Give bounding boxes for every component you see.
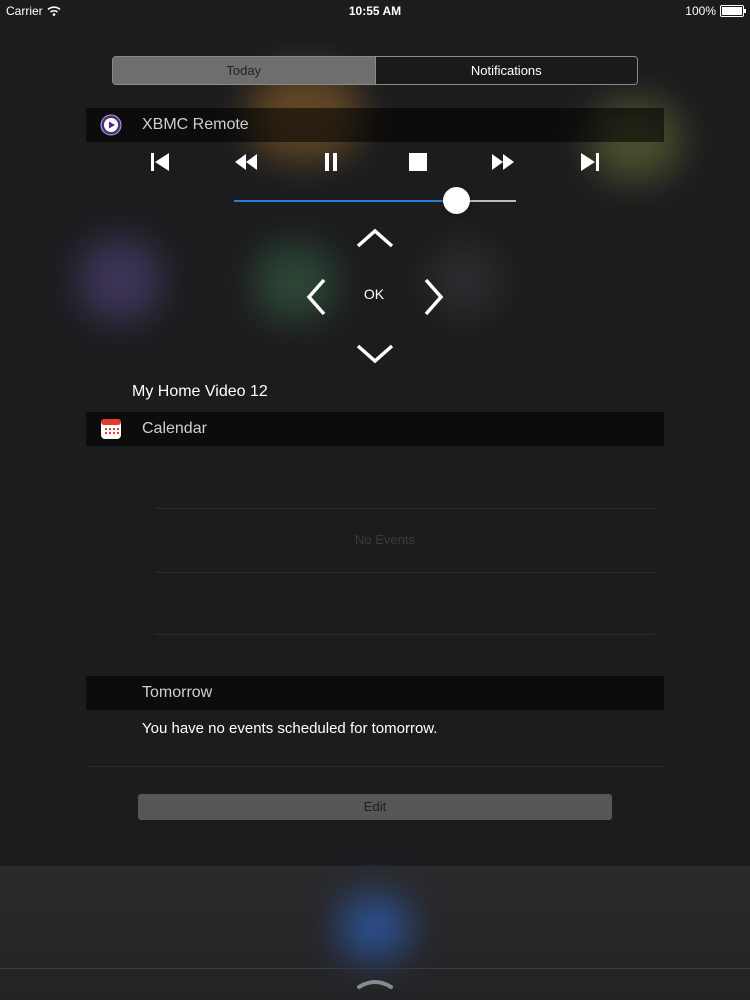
background-blur: [80, 240, 160, 320]
edit-button[interactable]: Edit: [138, 794, 612, 820]
rewind-icon: [235, 154, 257, 170]
chevron-up-icon: [356, 228, 394, 248]
ok-button[interactable]: OK: [350, 286, 398, 302]
battery-percent: 100%: [685, 4, 716, 18]
tab-notifications[interactable]: Notifications: [374, 57, 637, 84]
pause-button[interactable]: [316, 148, 346, 176]
battery-icon: [720, 5, 746, 17]
up-button[interactable]: [354, 226, 396, 250]
grabber-icon: [357, 980, 393, 989]
background-blur: [340, 895, 410, 960]
xbmc-widget-title: XBMC Remote: [142, 116, 249, 133]
skip-forward-icon: [581, 153, 599, 171]
down-button[interactable]: [354, 342, 396, 366]
status-bar: Carrier 10:55 AM 100%: [0, 0, 750, 22]
now-playing-title: My Home Video 12: [132, 383, 268, 400]
xbmc-icon: [100, 114, 122, 136]
pause-icon: [325, 153, 337, 171]
xbmc-widget-header: XBMC Remote: [86, 108, 664, 142]
skip-forward-button[interactable]: [575, 148, 605, 176]
clock: 10:55 AM: [348, 4, 402, 18]
volume-slider-thumb[interactable]: [443, 187, 471, 214]
right-button[interactable]: [420, 276, 448, 318]
no-events-label: No Events: [355, 532, 415, 547]
divider: [155, 572, 655, 573]
chevron-down-icon: [356, 344, 394, 364]
chevron-left-icon: [306, 278, 326, 316]
tomorrow-message: You have no events scheduled for tomorro…: [142, 720, 438, 737]
transport-controls: [0, 148, 750, 176]
tomorrow-title: Tomorrow: [142, 684, 213, 701]
divider: [0, 968, 750, 969]
fast-forward-icon: [492, 154, 514, 170]
tomorrow-header: Tomorrow: [86, 676, 664, 710]
grabber-handle[interactable]: [356, 976, 394, 990]
left-button[interactable]: [302, 276, 330, 318]
skip-back-icon: [151, 153, 169, 171]
divider: [155, 508, 655, 509]
battery-indicator: 100%: [685, 4, 746, 18]
stop-icon: [409, 153, 427, 171]
volume-slider[interactable]: [234, 187, 516, 215]
fast-forward-button[interactable]: [488, 148, 518, 176]
calendar-widget-header: Calendar: [86, 412, 664, 446]
divider: [86, 766, 664, 767]
view-segmented-control: Today Notifications: [112, 56, 638, 85]
volume-slider-fill: [234, 200, 457, 202]
tab-today[interactable]: Today: [113, 57, 375, 84]
skip-back-button[interactable]: [145, 148, 175, 176]
chevron-right-icon: [424, 278, 444, 316]
calendar-icon: [101, 419, 121, 439]
rewind-button[interactable]: [231, 148, 261, 176]
divider: [155, 634, 655, 635]
stop-button[interactable]: [403, 148, 433, 176]
calendar-widget-title: Calendar: [142, 420, 207, 437]
